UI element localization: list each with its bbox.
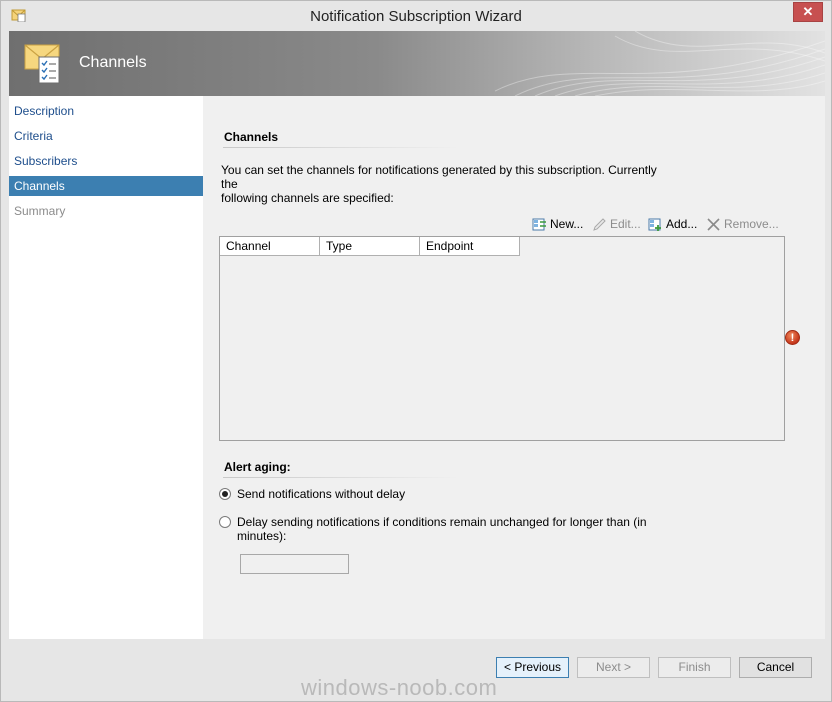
watermark-text: windows-noob.com xyxy=(301,675,498,700)
delay-sending-label-line2: minutes): xyxy=(237,529,287,543)
channels-heading: Channels xyxy=(224,130,279,144)
wizard-window: Notification Subscription Wizard ✕ Chann… xyxy=(0,0,832,702)
edit-channel-button: Edit... xyxy=(592,215,641,233)
delay-sending-option[interactable]: Delay sending notifications if condition… xyxy=(219,515,647,543)
column-header-endpoint[interactable]: Endpoint xyxy=(420,237,520,256)
column-header-type[interactable]: Type xyxy=(320,237,420,256)
channels-description-line1: You can set the channels for notificatio… xyxy=(221,163,657,191)
delay-minutes-input xyxy=(240,554,349,574)
title-bar: Notification Subscription Wizard ✕ xyxy=(1,1,831,31)
channels-heading-divider xyxy=(223,147,459,148)
wizard-banner: Channels xyxy=(9,31,825,96)
nav-item-description[interactable]: Description xyxy=(9,101,203,121)
nav-item-subscribers[interactable]: Subscribers xyxy=(9,151,203,171)
cancel-button[interactable]: Cancel xyxy=(739,657,812,678)
add-channel-button[interactable]: Add... xyxy=(648,215,697,233)
remove-channel-label: Remove... xyxy=(724,217,779,231)
delay-sending-label: Delay sending notifications if condition… xyxy=(237,515,647,543)
send-without-delay-option[interactable]: Send notifications without delay xyxy=(219,487,405,501)
delay-sending-radio[interactable] xyxy=(219,516,231,528)
nav-item-summary: Summary xyxy=(14,204,66,218)
next-button: Next > xyxy=(577,657,650,678)
send-without-delay-radio[interactable] xyxy=(219,488,231,500)
x-icon xyxy=(707,217,720,231)
add-channel-label: Add... xyxy=(666,217,698,231)
new-channel-label: New... xyxy=(550,217,584,231)
wizard-steps-nav: Description Criteria Subscribers Channel… xyxy=(9,96,203,639)
column-header-channel[interactable]: Channel xyxy=(220,237,320,256)
error-icon[interactable]: ! xyxy=(785,330,800,345)
channels-page: Channels You can set the channels for no… xyxy=(203,96,825,639)
close-button[interactable]: ✕ xyxy=(793,2,823,22)
channels-list[interactable]: Channel Type Endpoint xyxy=(219,236,785,441)
alert-aging-heading: Alert aging: xyxy=(224,460,291,474)
banner-title: Channels xyxy=(79,54,147,71)
add-channel-icon xyxy=(648,218,661,231)
window-title: Notification Subscription Wizard xyxy=(310,8,522,25)
new-channel-icon xyxy=(532,218,546,230)
new-channel-button[interactable]: New... xyxy=(532,215,583,233)
channels-description-line2: following channels are specified: xyxy=(221,191,394,205)
nav-item-channels[interactable]: Channels xyxy=(9,176,203,196)
pencil-icon xyxy=(593,217,606,231)
channels-description: You can set the channels for notificatio… xyxy=(221,163,671,205)
alert-aging-heading-divider xyxy=(223,477,459,478)
previous-button[interactable]: < Previous xyxy=(496,657,569,678)
edit-channel-label: Edit... xyxy=(610,217,641,231)
finish-button: Finish xyxy=(658,657,731,678)
send-without-delay-label: Send notifications without delay xyxy=(237,487,406,501)
delay-sending-label-line1: Delay sending notifications if condition… xyxy=(237,515,647,529)
envelope-checklist-icon xyxy=(24,44,60,84)
nav-item-criteria[interactable]: Criteria xyxy=(9,126,203,146)
remove-channel-button: Remove... xyxy=(706,215,779,233)
banner-decoration xyxy=(495,31,825,96)
